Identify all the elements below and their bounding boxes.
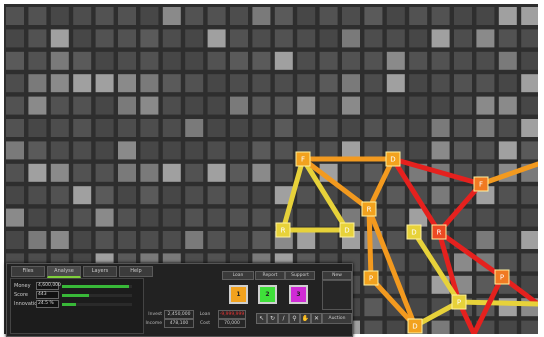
new-button[interactable]: New [322,271,352,280]
stat-fill [62,302,76,306]
cost-field[interactable]: 70,000 [218,319,246,328]
news-box [322,280,352,310]
delete-icon[interactable]: ✕ [311,313,322,324]
network-node[interactable]: P [451,294,467,310]
network-link [456,299,538,307]
stat-value: 443 [36,291,59,299]
loan-field[interactable]: -9,999,999 [218,310,246,319]
network-link [300,156,350,233]
choice-button-1[interactable]: 1 [229,285,248,304]
network-node[interactable]: D [385,151,401,167]
line-icon[interactable]: ∕ [278,313,289,324]
network-link [471,274,505,334]
stat-bar [62,293,132,297]
zoom-icon[interactable]: ⚲ [289,313,300,324]
income-label: Income [145,321,162,326]
network-node[interactable]: P [494,269,510,285]
stat-label: Innovation [14,301,41,307]
network-link [280,156,306,233]
loan-button[interactable]: Loan [222,271,254,280]
node-label: F [479,181,483,189]
stat-label: Score [14,292,29,298]
rotate-icon[interactable]: ↻ [267,313,278,324]
auction-button[interactable]: Auction [322,313,352,324]
network-node[interactable]: D [339,222,355,238]
network-node[interactable]: F [295,151,311,167]
tab-analyse[interactable]: Analyse [47,266,81,278]
cost-label: Cost [199,321,210,326]
network-node[interactable]: R [361,201,377,217]
panel-tabs: Files Analyse Layers Help [11,266,153,278]
tab-layers[interactable]: Layers [83,266,117,277]
node-label: D [412,323,417,331]
node-label: D [411,229,416,237]
node-label: D [390,156,395,164]
node-label: P [500,274,504,282]
stats-box: Money 4,600,000 Score 443 Innovation 24.… [10,278,144,334]
network-node[interactable]: R [275,222,291,238]
income-field[interactable]: 478,100 [164,319,194,328]
stat-label: Money [14,283,31,289]
tab-help[interactable]: Help [119,266,153,277]
node-label: D [344,227,349,235]
network-node[interactable]: D [406,224,422,240]
hand-icon[interactable]: ✋ [300,313,311,324]
pointer-icon[interactable]: ↖ [256,313,267,324]
choice-button-3[interactable]: 3 [289,285,308,304]
network-link [300,156,372,212]
node-label: R [367,206,372,214]
stat-fill [62,293,89,297]
tab-files[interactable]: Files [11,266,45,277]
stat-score: Score 443 [14,291,132,299]
network-node[interactable]: P [363,270,379,286]
stat-value: 24.5 % [36,300,59,308]
stat-bar [62,302,132,306]
network-node[interactable]: F [473,176,489,192]
stat-bar [62,284,132,288]
node-label: P [457,299,461,307]
network-node[interactable]: R [431,224,447,240]
stat-value: 4,600,000 [36,282,61,290]
stat-innovation: Innovation 24.5 % [14,300,132,308]
invest-field[interactable]: 2,450,000 [164,310,194,319]
report-button[interactable]: Report [255,271,285,280]
stat-money: Money 4,600,000 [14,282,132,290]
network-link [478,161,538,187]
node-label: R [437,229,442,237]
stat-fill [62,284,129,288]
choice-button-2[interactable]: 2 [258,285,277,304]
node-label: R [281,227,286,235]
support-button[interactable]: Support [285,271,315,280]
node-label: F [301,156,305,164]
loan-label: Loan [199,312,211,317]
invest-label: Invest [148,312,162,317]
network-node[interactable]: D [407,318,423,334]
node-label: P [369,275,373,283]
